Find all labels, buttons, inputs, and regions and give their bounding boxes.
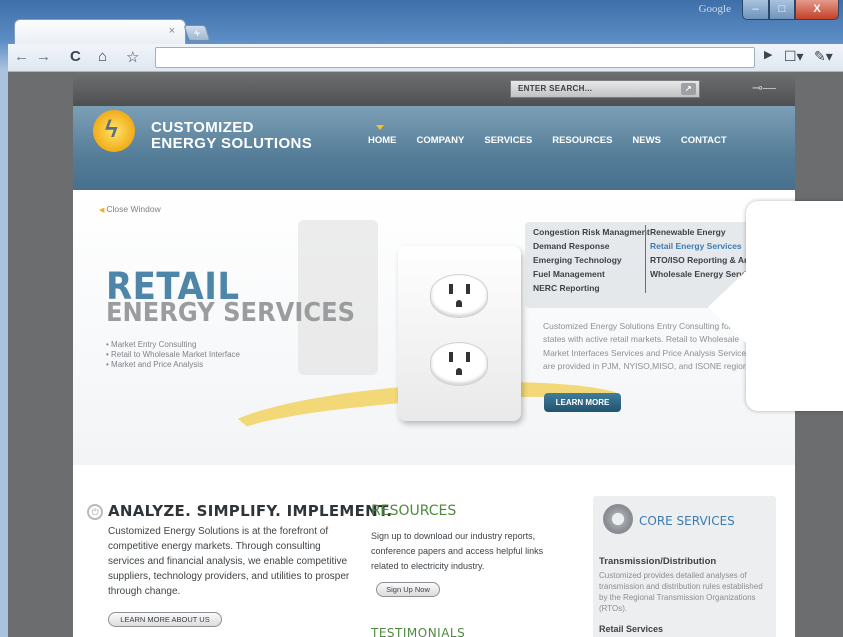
hero-bullets: • Market Entry Consulting • Retail to Wh… <box>106 340 240 370</box>
browser-tab[interactable]: × <box>14 19 186 45</box>
back-icon[interactable]: ← <box>14 48 29 65</box>
reload-icon[interactable]: C <box>70 48 81 65</box>
play-icon[interactable]: ▶ <box>764 48 772 61</box>
analyze-title: ANALYZE. SIMPLIFY. IMPLEMENT. <box>108 502 393 520</box>
main-nav: HOME COMPANY SERVICES RESOURCES NEWS CON… <box>368 125 747 146</box>
hero-bullet: • Market and Price Analysis <box>106 360 204 369</box>
nav-news[interactable]: NEWS <box>632 135 661 146</box>
hero-subtitle: ENERGY SERVICES <box>106 298 356 328</box>
core-services-title: CORE SERVICES <box>639 514 735 528</box>
logo-text[interactable]: CUSTOMIZED ENERGY SOLUTIONS <box>151 120 312 152</box>
minimize-button[interactable]: – <box>742 0 769 20</box>
callout-popup <box>708 201 843 411</box>
address-bar[interactable] <box>155 47 755 68</box>
page-viewport: ENTER SEARCH... ↗ ⊸— ϟ CUSTOMIZED ENERGY… <box>8 72 843 637</box>
new-tab-button[interactable]: + <box>183 25 211 41</box>
nav-contact[interactable]: CONTACT <box>681 135 727 146</box>
sign-up-button[interactable]: Sign Up Now <box>376 582 440 597</box>
page-menu-icon[interactable]: ☐▾ <box>784 48 804 65</box>
titlebar-label: Google <box>698 3 731 15</box>
nav-home[interactable]: HOME <box>368 125 397 146</box>
browser-toolbar: ← → C ⌂ ☆ ▶ ☐▾ ✎▾ <box>8 44 843 72</box>
close-button[interactable]: X <box>795 0 839 20</box>
service-link[interactable]: Demand Response <box>533 239 650 253</box>
site-header: ϟ CUSTOMIZED ENERGY SOLUTIONS HOME COMPA… <box>73 106 795 190</box>
core-services-text: Customized provides detailed analyses of… <box>599 571 763 613</box>
core-services-panel: CORE SERVICES Transmission/Distribution … <box>593 496 776 637</box>
nav-resources[interactable]: RESOURCES <box>552 135 612 146</box>
top-strip: ENTER SEARCH... ↗ ⊸— <box>73 72 795 106</box>
nav-company[interactable]: COMPANY <box>417 135 465 146</box>
key-icon[interactable]: ⊸— <box>752 80 776 96</box>
hero-bullet: • Market Entry Consulting <box>106 340 197 349</box>
service-link[interactable]: Emerging Technology <box>533 253 650 267</box>
learn-more-about-us-button[interactable]: LEARN MORE ABOUT US <box>108 612 222 627</box>
power-icon: ⏻ <box>87 504 103 520</box>
star-icon[interactable]: ☆ <box>126 48 139 66</box>
logo-line-2: ENERGY SOLUTIONS <box>151 135 313 152</box>
maximize-button[interactable]: □ <box>769 0 795 20</box>
resources-text: Sign up to download our industry reports… <box>371 531 544 571</box>
logo-line-1: CUSTOMIZED <box>151 119 254 136</box>
resources-title: RESOURCES <box>371 503 457 519</box>
search-input[interactable]: ENTER SEARCH... ↗ <box>510 80 700 98</box>
callout-arrow <box>708 271 746 343</box>
outlet-icon <box>430 274 488 318</box>
search-placeholder: ENTER SEARCH... <box>518 84 593 93</box>
browser-window: Google – □ X × + ← → C ⌂ ☆ ▶ ☐▾ ✎▾ ENTER… <box>0 0 843 637</box>
outlet-icon <box>430 342 488 386</box>
tab-close-icon[interactable]: × <box>169 25 175 37</box>
analyze-text: Customized Energy Solutions is at the fo… <box>108 526 350 597</box>
window-controls: – □ X <box>742 0 839 20</box>
hero-section: Close Window RETAIL ENERGY SERVICES • Ma… <box>73 190 795 472</box>
core-services-more: Retail Services <box>599 624 664 634</box>
nav-services[interactable]: SERVICES <box>484 135 532 146</box>
logo-sun-icon[interactable]: ϟ <box>93 110 135 152</box>
gear-icon <box>603 504 633 534</box>
outlet-plate-image <box>398 246 521 421</box>
bolt-icon: ϟ <box>105 116 118 143</box>
website: ENTER SEARCH... ↗ ⊸— ϟ CUSTOMIZED ENERGY… <box>73 72 795 637</box>
core-services-subtitle: Transmission/Distribution <box>599 556 717 567</box>
service-link[interactable]: Fuel Management <box>533 267 650 281</box>
forward-icon[interactable]: → <box>36 48 51 65</box>
learn-more-button[interactable]: LEARN MORE <box>544 393 621 412</box>
close-window-link[interactable]: Close Window <box>99 204 160 214</box>
testimonials-title: TESTIMONIALS <box>371 626 466 637</box>
services-menu-left: Congestion Risk Managment Demand Respons… <box>533 225 650 295</box>
hero-bullet: • Retail to Wholesale Market Interface <box>106 350 240 359</box>
search-submit-icon[interactable]: ↗ <box>681 83 696 95</box>
home-icon[interactable]: ⌂ <box>98 48 107 65</box>
service-link[interactable]: NERC Reporting <box>533 281 650 295</box>
wrench-icon[interactable]: ✎▾ <box>814 48 833 65</box>
service-link[interactable]: Congestion Risk Managment <box>533 225 650 239</box>
